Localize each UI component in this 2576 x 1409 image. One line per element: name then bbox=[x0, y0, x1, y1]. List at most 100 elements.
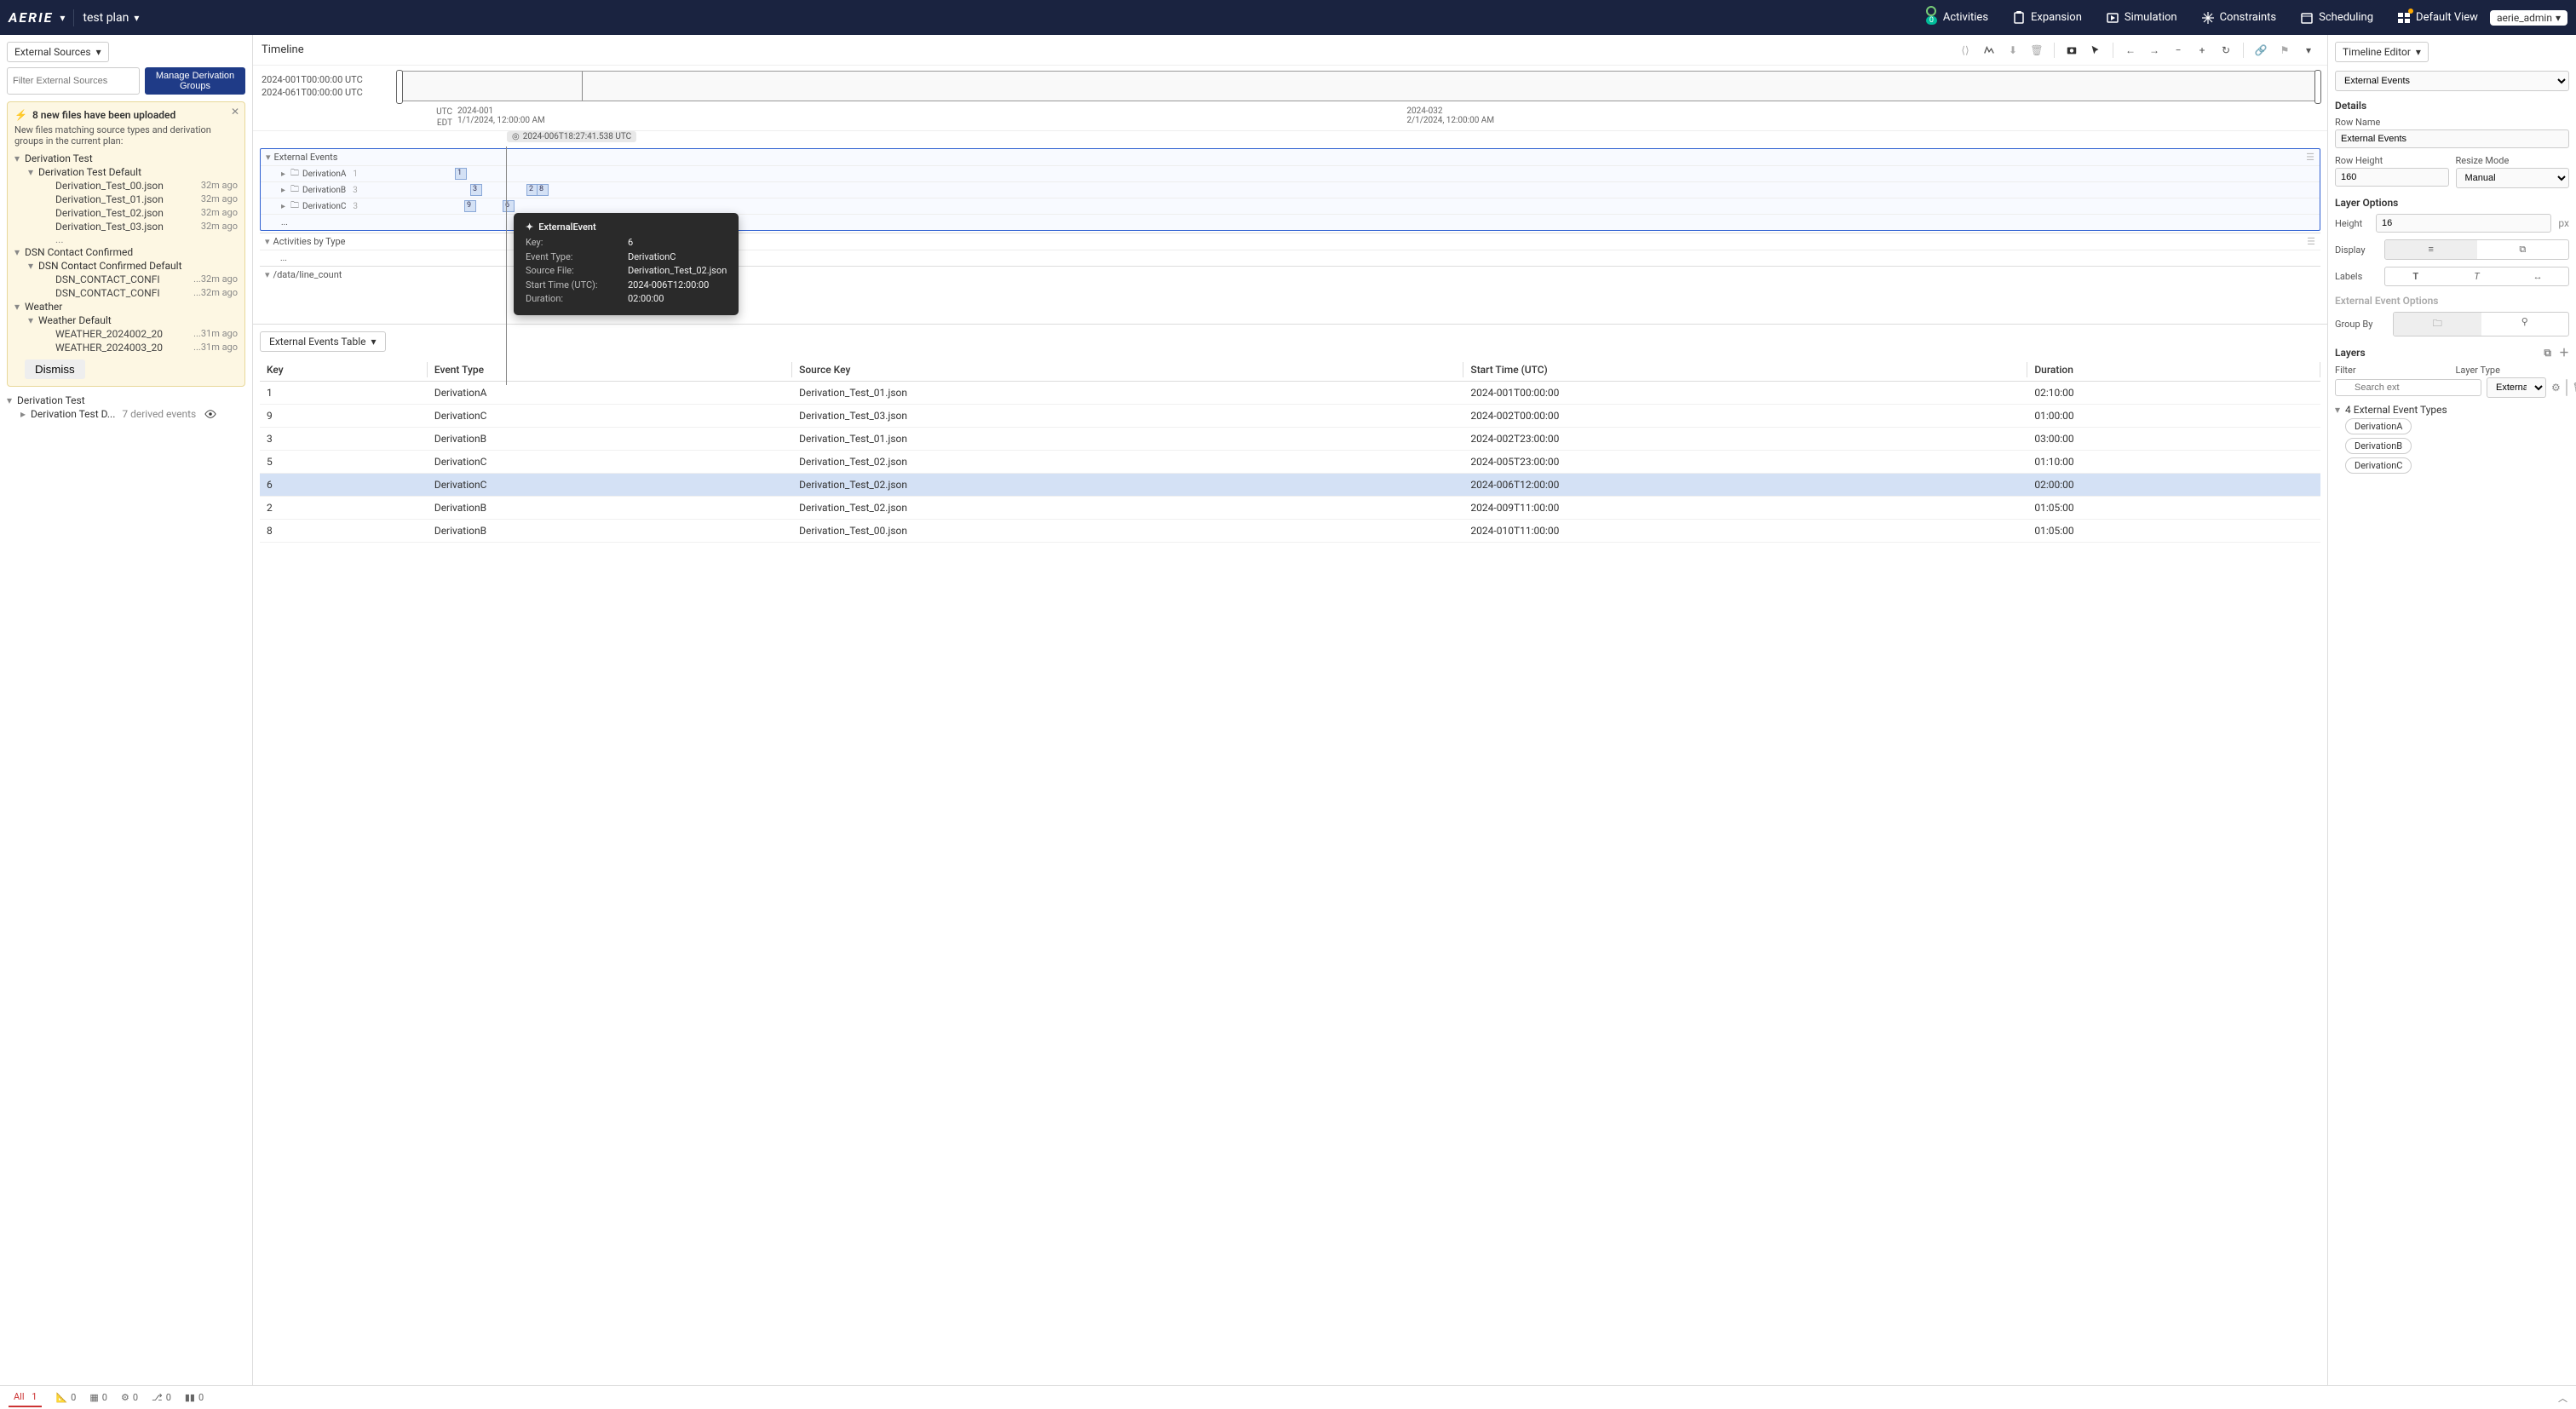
labels-arrow-icon[interactable]: ↔ bbox=[2507, 267, 2568, 285]
event-block[interactable]: 9 bbox=[464, 200, 476, 212]
file-item[interactable]: Derivation_Test_03.json32m ago bbox=[42, 220, 238, 233]
event-type-chip[interactable]: DerivationB bbox=[2345, 438, 2412, 454]
code-icon[interactable]: ⟨⟩ bbox=[1955, 40, 1975, 60]
link-icon[interactable]: 🔗 bbox=[2251, 40, 2271, 60]
event-block[interactable]: 1 bbox=[455, 168, 467, 180]
tree-subgroup[interactable]: Weather Default bbox=[28, 313, 238, 327]
bb-all[interactable]: All 1 bbox=[9, 1388, 42, 1407]
dismiss-button[interactable]: Dismiss bbox=[25, 359, 85, 379]
more-dots[interactable]: ... bbox=[260, 254, 451, 263]
table-row[interactable]: 3DerivationBDerivation_Test_01.json2024-… bbox=[260, 428, 2320, 451]
gear-icon[interactable]: ⚙ bbox=[2551, 382, 2561, 394]
eye-icon[interactable] bbox=[204, 408, 216, 420]
arrow-right-icon[interactable]: → bbox=[2144, 40, 2165, 60]
tree-subgroup[interactable]: DSN Contact Confirmed Default bbox=[28, 259, 238, 273]
nav-expansion[interactable]: Expansion bbox=[2000, 11, 2094, 25]
file-item[interactable]: Derivation_Test_02.json32m ago bbox=[42, 206, 238, 220]
tree-group[interactable]: Derivation Test bbox=[14, 152, 238, 165]
table-row[interactable]: 6DerivationCDerivation_Test_02.json2024-… bbox=[260, 474, 2320, 497]
reset-icon[interactable]: ↻ bbox=[2216, 40, 2236, 60]
row-height-input[interactable] bbox=[2335, 168, 2449, 187]
zoom-in-icon[interactable]: + bbox=[2192, 40, 2212, 60]
zoom-out-icon[interactable]: − bbox=[2168, 40, 2188, 60]
manage-groups-button[interactable]: Manage Derivation Groups bbox=[145, 67, 245, 95]
resize-mode-select[interactable]: Manual bbox=[2456, 168, 2570, 188]
chevron-down-icon[interactable]: ▾ bbox=[2298, 40, 2319, 60]
left-selector[interactable]: External Sources ▾ bbox=[7, 42, 109, 62]
table-header[interactable]: Key bbox=[260, 359, 428, 382]
display-segmented[interactable]: ≡ ⧉ bbox=[2384, 239, 2569, 260]
bb-expand[interactable]: ︿ bbox=[2558, 1391, 2567, 1405]
groupby-pin-icon[interactable]: ⚲ bbox=[2481, 313, 2569, 336]
tree-group[interactable]: Weather bbox=[14, 300, 238, 313]
tree-subgroup[interactable]: Derivation Test Default bbox=[28, 165, 238, 179]
tree-group[interactable]: DSN Contact Confirmed bbox=[14, 245, 238, 259]
layer-type-select[interactable]: External bbox=[2487, 377, 2546, 398]
layer-height-input[interactable] bbox=[2376, 214, 2551, 233]
bb-branch[interactable]: ⎇0 bbox=[152, 1392, 171, 1403]
nav-constraints[interactable]: Constraints bbox=[2189, 11, 2289, 25]
nav-simulation[interactable]: Simulation bbox=[2094, 11, 2189, 25]
close-icon[interactable]: ✕ bbox=[231, 106, 239, 118]
table-row[interactable]: 8DerivationBDerivation_Test_00.json2024-… bbox=[260, 520, 2320, 543]
caret-icon[interactable]: ▾ bbox=[265, 236, 270, 247]
labels-italic-icon[interactable]: T bbox=[2447, 267, 2508, 285]
table-header[interactable]: Event Type bbox=[428, 359, 792, 382]
arrow-left-icon[interactable]: ← bbox=[2120, 40, 2141, 60]
trash-icon[interactable]: 🗑 bbox=[2573, 382, 2576, 394]
color-swatch[interactable] bbox=[2566, 379, 2567, 396]
caret-icon[interactable]: ▾ bbox=[265, 269, 270, 280]
trash-icon[interactable]: 🗑 bbox=[2027, 40, 2047, 60]
event-block[interactable]: 8 bbox=[537, 184, 549, 196]
file-item[interactable]: DSN_CONTACT_CONFI...32m ago bbox=[42, 286, 238, 300]
groupby-segmented[interactable]: 🗀 ⚲ bbox=[2393, 312, 2569, 336]
bb-gear[interactable]: ⚙0 bbox=[121, 1392, 138, 1403]
file-item[interactable]: Derivation_Test_01.json32m ago bbox=[42, 193, 238, 206]
table-row[interactable]: 5DerivationCDerivation_Test_02.json2024-… bbox=[260, 451, 2320, 474]
user-menu[interactable]: aerie_admin ▾ bbox=[2490, 10, 2567, 26]
camera-icon[interactable] bbox=[2061, 40, 2082, 60]
range-handle-right[interactable] bbox=[2314, 70, 2321, 104]
row-name-input[interactable] bbox=[2335, 129, 2569, 148]
event-block[interactable]: 3 bbox=[470, 184, 482, 196]
table-selector[interactable]: External Events Table ▾ bbox=[260, 331, 386, 352]
table-header[interactable]: Start Time (UTC) bbox=[1463, 359, 2027, 382]
edit-line-icon[interactable] bbox=[1979, 40, 1999, 60]
range-handle-left[interactable] bbox=[396, 70, 403, 104]
layer-filter-input[interactable] bbox=[2335, 379, 2481, 396]
bb-ruler[interactable]: 📐0 bbox=[55, 1392, 76, 1403]
file-item[interactable]: WEATHER_2024002_20...31m ago bbox=[42, 327, 238, 341]
nav-scheduling[interactable]: Scheduling bbox=[2288, 11, 2385, 25]
table-header[interactable]: Source Key bbox=[792, 359, 1463, 382]
logo-chevron-icon[interactable]: ▾ bbox=[60, 12, 65, 24]
copy-icon[interactable]: ⧉ bbox=[2544, 347, 2551, 359]
table-row[interactable]: 9DerivationCDerivation_Test_03.json2024-… bbox=[260, 405, 2320, 428]
event-types-toggle[interactable]: 4 External Event Types bbox=[2335, 403, 2569, 417]
nav-activities[interactable]: 0 Activities bbox=[1912, 4, 2000, 31]
timeline-row[interactable]: 🗀 DerivationC 396 bbox=[261, 198, 2320, 214]
bb-chart[interactable]: ▮▮0 bbox=[185, 1392, 204, 1403]
labels-text-icon[interactable]: T bbox=[2385, 267, 2447, 285]
labels-segmented[interactable]: T T ↔ bbox=[2384, 267, 2569, 286]
right-selector[interactable]: Timeline Editor ▾ bbox=[2335, 42, 2429, 62]
tree-derivation-test[interactable]: Derivation Test bbox=[7, 394, 245, 407]
display-expanded-icon[interactable]: ⧉ bbox=[2477, 240, 2569, 259]
ee-row-select[interactable]: External Events bbox=[2335, 71, 2569, 91]
more-dots[interactable]: ... bbox=[42, 233, 238, 245]
filter-icon[interactable]: ☰ bbox=[2306, 152, 2314, 163]
nav-default-view[interactable]: Default View bbox=[2385, 11, 2490, 25]
table-row[interactable]: 1DerivationADerivation_Test_01.json2024-… bbox=[260, 382, 2320, 405]
table-header[interactable]: Duration bbox=[2027, 359, 2320, 382]
file-item[interactable]: WEATHER_2024003_20...31m ago bbox=[42, 341, 238, 354]
timeline-row[interactable]: 🗀 DerivationA 11 bbox=[261, 165, 2320, 181]
file-item[interactable]: DSN_CONTACT_CONFI...32m ago bbox=[42, 273, 238, 286]
plan-chevron-icon[interactable]: ▾ bbox=[134, 12, 139, 24]
download-icon[interactable]: ⬇ bbox=[2003, 40, 2023, 60]
plan-name[interactable]: test plan bbox=[83, 11, 129, 25]
file-item[interactable]: Derivation_Test_00.json32m ago bbox=[42, 179, 238, 193]
timeline-row[interactable]: 🗀 DerivationB 3328 bbox=[261, 181, 2320, 198]
event-block[interactable]: 6 bbox=[503, 200, 515, 212]
groupby-folder-icon[interactable]: 🗀 bbox=[2394, 313, 2481, 336]
cursor-icon[interactable] bbox=[2085, 40, 2106, 60]
event-type-chip[interactable]: DerivationC bbox=[2345, 457, 2412, 474]
